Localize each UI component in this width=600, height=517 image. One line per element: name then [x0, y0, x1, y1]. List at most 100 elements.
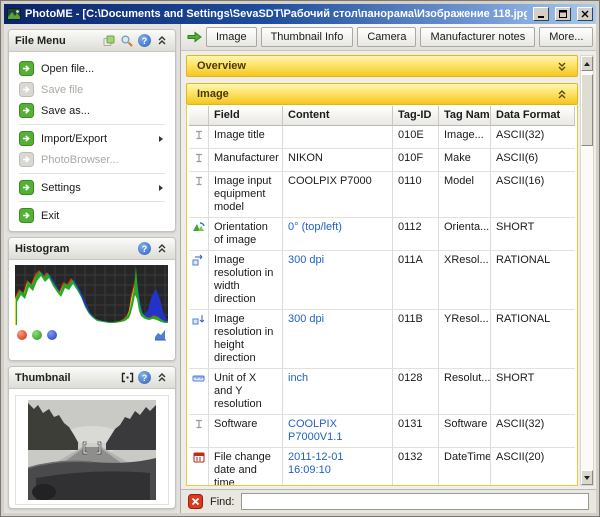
table-header-row: FieldContentTag-IDTag NamData Format: [189, 106, 575, 126]
sidebar: File Menu ? Open file...Save fileSave as…: [4, 24, 181, 513]
histogram-panel: Histogram ?: [8, 237, 176, 361]
collapse-icon[interactable]: [155, 242, 169, 256]
thumbnail-body: [9, 389, 175, 509]
help-icon[interactable]: ?: [138, 34, 151, 47]
scroll-down-button[interactable]: [581, 470, 593, 485]
file-menu-title: File Menu: [15, 35, 98, 47]
vertical-scrollbar[interactable]: [580, 55, 594, 486]
content-cell[interactable]: inch: [283, 369, 393, 415]
header-cell-content[interactable]: Content: [283, 106, 393, 126]
content-cell[interactable]: COOLPIX P7000V1.1: [283, 415, 393, 448]
go-arrow-icon[interactable]: [187, 30, 202, 44]
thumbnail-header: Thumbnail ?: [9, 367, 175, 389]
content-cell[interactable]: 300 dpi: [283, 310, 393, 369]
close-find-icon[interactable]: [188, 494, 203, 509]
data-format-cell: ASCII(32): [491, 126, 575, 149]
help-icon[interactable]: ?: [138, 371, 151, 384]
header-cell-tag-id[interactable]: Tag-ID: [393, 106, 439, 126]
chart-mode-icon[interactable]: [154, 329, 167, 341]
arrow-icon: [19, 152, 34, 167]
content-cell[interactable]: 0° (top/left): [283, 218, 393, 251]
scrollbar-thumb[interactable]: [581, 74, 593, 146]
red-channel-dot[interactable]: [17, 330, 27, 340]
text-field-icon: [189, 415, 209, 448]
tab-image[interactable]: Image: [206, 27, 257, 47]
collapse-icon[interactable]: [557, 89, 567, 100]
tab-bar: ImageThumbnail InfoCameraManufacturer no…: [181, 24, 596, 51]
arrow-icon: [19, 61, 34, 76]
collapse-icon[interactable]: [155, 34, 169, 48]
field-cell: Unit of X and Y resolution: [209, 369, 283, 415]
maximize-button[interactable]: [555, 7, 571, 21]
histogram-footer: [15, 325, 169, 345]
tab-camera[interactable]: Camera: [357, 27, 416, 47]
app-window: PhotoME - [C:\Documents and Settings\Sev…: [0, 0, 600, 517]
arrow-icon: [19, 82, 34, 97]
file-menu-panel: File Menu ? Open file...Save fileSave as…: [8, 29, 176, 232]
overview-section-bar[interactable]: Overview: [186, 55, 578, 77]
tab-thumbnail-info[interactable]: Thumbnail Info: [261, 27, 354, 47]
y-resolution-icon: [189, 310, 209, 369]
menu-item-label: Save as...: [41, 105, 165, 117]
header-cell-tag-nam[interactable]: Tag Nam: [439, 106, 491, 126]
header-cell-data-format[interactable]: Data Format: [491, 106, 575, 126]
data-format-cell: SHORT: [491, 218, 575, 251]
text-field-icon: [189, 126, 209, 149]
arrow-icon: [19, 131, 34, 146]
minimize-button[interactable]: [533, 7, 549, 21]
exif-table-container: FieldContentTag-IDTag NamData Format Ima…: [186, 105, 578, 486]
field-cell: Image input equipment model: [209, 172, 283, 218]
submenu-arrow-icon: [159, 185, 163, 191]
field-cell: Orientation of image: [209, 218, 283, 251]
thumbnail-frame: [15, 395, 169, 505]
thumbnail-photo[interactable]: [28, 400, 156, 500]
field-cell: Image resolution in height direction: [209, 310, 283, 369]
close-button[interactable]: [577, 7, 593, 21]
menu-item-label: Exit: [41, 210, 165, 222]
menu-item-import-export[interactable]: Import/Export: [13, 128, 171, 149]
blue-channel-dot[interactable]: [47, 330, 57, 340]
content-cell[interactable]: 300 dpi: [283, 251, 393, 310]
thumbnail-panel: Thumbnail ?: [8, 366, 176, 509]
arrow-icon: [19, 103, 34, 118]
tab-strip: ImageThumbnail InfoCameraManufacturer no…: [206, 27, 593, 47]
copy-icon[interactable]: [102, 34, 116, 48]
expand-icon[interactable]: [557, 61, 567, 72]
field-cell: File change date and time: [209, 448, 283, 486]
content-cell[interactable]: 2011-12-01 16:09:10: [283, 448, 393, 486]
menu-item-save-as[interactable]: Save as...: [13, 100, 171, 121]
tag-name-cell: Model: [439, 172, 491, 218]
collapse-icon[interactable]: [155, 371, 169, 385]
table-row: Image input equipment modelCOOLPIX P7000…: [189, 172, 575, 218]
help-icon[interactable]: ?: [138, 242, 151, 255]
menu-item-open-file[interactable]: Open file...: [13, 58, 171, 79]
focus-brackets-icon[interactable]: [120, 371, 134, 385]
header-cell-icon: [189, 106, 209, 126]
tag-name-cell: Make: [439, 149, 491, 172]
tag-id-cell: 010F: [393, 149, 439, 172]
text-field-icon: [189, 149, 209, 172]
green-channel-dot[interactable]: [32, 330, 42, 340]
calendar-icon: [189, 448, 209, 486]
find-input[interactable]: [241, 493, 589, 510]
tag-id-cell: 011B: [393, 310, 439, 369]
menu-item-label: Settings: [41, 182, 152, 194]
image-section: Image FieldContentTag-IDTag NamData Form…: [186, 83, 578, 486]
tab-manufacturer-notes[interactable]: Manufacturer notes: [420, 27, 535, 47]
menu-item-settings[interactable]: Settings: [13, 177, 171, 198]
menu-item-label: Open file...: [41, 63, 165, 75]
main-area: ImageThumbnail InfoCameraManufacturer no…: [181, 24, 596, 513]
image-section-bar[interactable]: Image: [186, 83, 578, 105]
field-cell: Image title: [209, 126, 283, 149]
table-row: ManufacturerNIKON010FMakeASCII(6): [189, 149, 575, 172]
data-format-cell: ASCII(20): [491, 448, 575, 486]
scroll-up-button[interactable]: [581, 56, 593, 71]
header-cell-field[interactable]: Field: [209, 106, 283, 126]
find-label: Find:: [210, 496, 234, 508]
table-row: Image resolution in width direction300 d…: [189, 251, 575, 310]
tag-name-cell: Orienta...: [439, 218, 491, 251]
thumbnail-title: Thumbnail: [15, 372, 116, 384]
menu-item-exit[interactable]: Exit: [13, 205, 171, 226]
tab-more[interactable]: More...: [539, 27, 593, 47]
search-icon[interactable]: [120, 34, 134, 48]
